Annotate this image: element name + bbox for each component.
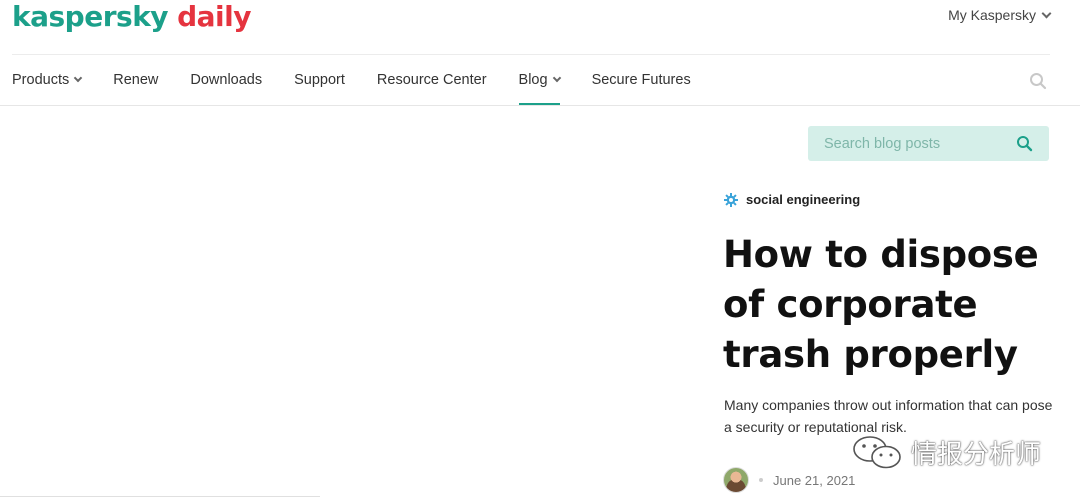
nav-item-blog[interactable]: Blog bbox=[518, 70, 561, 106]
search-icon[interactable] bbox=[1016, 135, 1033, 152]
nav-item-products[interactable]: Products bbox=[12, 70, 83, 106]
wechat-icon bbox=[853, 436, 901, 469]
site-logo[interactable]: kaspersky daily bbox=[12, 0, 251, 34]
nav-item-label: Downloads bbox=[190, 72, 263, 88]
hero-divider bbox=[0, 496, 320, 497]
meta-separator bbox=[759, 478, 763, 482]
watermark-text: 情报分析师 bbox=[911, 439, 1042, 470]
article-title: How to dispose of corporate trash proper… bbox=[723, 230, 1063, 380]
nav-item-downloads[interactable]: Downloads bbox=[190, 70, 262, 106]
chevron-down-icon bbox=[552, 73, 561, 83]
title-line: of corporate bbox=[723, 283, 978, 326]
category-label: social engineering bbox=[746, 192, 861, 207]
nav-item-secure-futures[interactable]: Secure Futures bbox=[592, 70, 691, 106]
nav-item-resource-center[interactable]: Resource Center bbox=[377, 70, 487, 106]
logo-brand: kaspersky bbox=[12, 0, 169, 33]
blog-search-input[interactable] bbox=[808, 135, 1008, 152]
nav-item-renew[interactable]: Renew bbox=[113, 70, 158, 106]
nav-item-label: Renew bbox=[113, 72, 159, 88]
author-avatar[interactable] bbox=[723, 467, 749, 493]
my-kaspersky-label: My Kaspersky bbox=[948, 7, 1036, 23]
blog-search-box bbox=[808, 126, 1049, 161]
gear-icon bbox=[724, 192, 738, 207]
nav-item-support[interactable]: Support bbox=[294, 70, 345, 106]
my-kaspersky-menu[interactable]: My Kaspersky bbox=[948, 7, 1052, 23]
nav-item-label: Secure Futures bbox=[591, 72, 691, 88]
article-meta: June 21, 2021 bbox=[723, 467, 855, 493]
main-nav: Products Renew Downloads Support Resourc… bbox=[12, 70, 691, 106]
chevron-down-icon bbox=[1041, 8, 1052, 18]
watermark: 情报分析师 bbox=[849, 433, 1041, 471]
search-icon[interactable] bbox=[1029, 72, 1047, 90]
nav-item-label: Support bbox=[294, 72, 345, 88]
article-date: June 21, 2021 bbox=[773, 472, 856, 488]
title-line: trash properly bbox=[723, 333, 1018, 376]
title-line: How to dispose bbox=[723, 233, 1039, 276]
nav-divider bbox=[0, 105, 1080, 106]
article-lede: Many companies throw out information tha… bbox=[724, 397, 1053, 435]
article-category[interactable]: social engineering bbox=[724, 192, 860, 207]
header-divider bbox=[12, 54, 1050, 55]
logo-daily: daily bbox=[177, 0, 251, 33]
nav-item-label: Blog bbox=[518, 72, 548, 88]
nav-item-label: Resource Center bbox=[376, 72, 487, 88]
chevron-down-icon bbox=[73, 73, 83, 83]
nav-item-label: Products bbox=[12, 72, 70, 88]
